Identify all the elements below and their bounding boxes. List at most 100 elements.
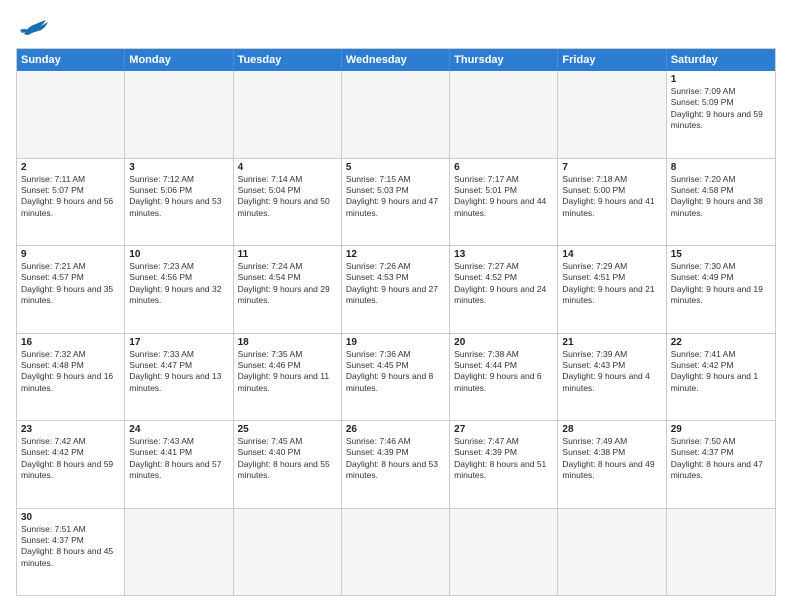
cal-header-cell: Monday (125, 49, 233, 71)
cal-row: 1Sunrise: 7:09 AM Sunset: 5:09 PM Daylig… (17, 71, 775, 158)
day-info: Sunrise: 7:14 AM Sunset: 5:04 PM Dayligh… (238, 174, 337, 220)
day-info: Sunrise: 7:21 AM Sunset: 4:57 PM Dayligh… (21, 261, 120, 307)
day-info: Sunrise: 7:15 AM Sunset: 5:03 PM Dayligh… (346, 174, 445, 220)
cal-cell: 12Sunrise: 7:26 AM Sunset: 4:53 PM Dayli… (342, 246, 450, 333)
day-number: 24 (129, 424, 228, 435)
day-number: 5 (346, 162, 445, 173)
cal-cell: 7Sunrise: 7:18 AM Sunset: 5:00 PM Daylig… (558, 159, 666, 246)
cal-cell: 4Sunrise: 7:14 AM Sunset: 5:04 PM Daylig… (234, 159, 342, 246)
cal-cell: 21Sunrise: 7:39 AM Sunset: 4:43 PM Dayli… (558, 334, 666, 421)
calendar-header: SundayMondayTuesdayWednesdayThursdayFrid… (17, 49, 775, 71)
day-info: Sunrise: 7:30 AM Sunset: 4:49 PM Dayligh… (671, 261, 771, 307)
day-info: Sunrise: 7:43 AM Sunset: 4:41 PM Dayligh… (129, 436, 228, 482)
cal-cell: 3Sunrise: 7:12 AM Sunset: 5:06 PM Daylig… (125, 159, 233, 246)
day-info: Sunrise: 7:36 AM Sunset: 4:45 PM Dayligh… (346, 349, 445, 395)
day-number: 17 (129, 337, 228, 348)
cal-header-cell: Thursday (450, 49, 558, 71)
day-number: 25 (238, 424, 337, 435)
cal-cell: 20Sunrise: 7:38 AM Sunset: 4:44 PM Dayli… (450, 334, 558, 421)
cal-cell (234, 509, 342, 596)
day-number: 11 (238, 249, 337, 260)
cal-cell (450, 509, 558, 596)
day-number: 27 (454, 424, 553, 435)
day-info: Sunrise: 7:42 AM Sunset: 4:42 PM Dayligh… (21, 436, 120, 482)
day-number: 26 (346, 424, 445, 435)
day-info: Sunrise: 7:12 AM Sunset: 5:06 PM Dayligh… (129, 174, 228, 220)
day-info: Sunrise: 7:20 AM Sunset: 4:58 PM Dayligh… (671, 174, 771, 220)
day-number: 3 (129, 162, 228, 173)
day-number: 2 (21, 162, 120, 173)
cal-cell: 5Sunrise: 7:15 AM Sunset: 5:03 PM Daylig… (342, 159, 450, 246)
cal-cell: 27Sunrise: 7:47 AM Sunset: 4:39 PM Dayli… (450, 421, 558, 508)
day-info: Sunrise: 7:46 AM Sunset: 4:39 PM Dayligh… (346, 436, 445, 482)
cal-cell: 9Sunrise: 7:21 AM Sunset: 4:57 PM Daylig… (17, 246, 125, 333)
cal-cell: 10Sunrise: 7:23 AM Sunset: 4:56 PM Dayli… (125, 246, 233, 333)
cal-cell: 2Sunrise: 7:11 AM Sunset: 5:07 PM Daylig… (17, 159, 125, 246)
cal-cell: 13Sunrise: 7:27 AM Sunset: 4:52 PM Dayli… (450, 246, 558, 333)
cal-header-cell: Saturday (667, 49, 775, 71)
cal-cell: 16Sunrise: 7:32 AM Sunset: 4:48 PM Dayli… (17, 334, 125, 421)
cal-header-cell: Friday (558, 49, 666, 71)
cal-cell (125, 71, 233, 158)
day-number: 12 (346, 249, 445, 260)
day-number: 30 (21, 512, 120, 523)
cal-cell: 6Sunrise: 7:17 AM Sunset: 5:01 PM Daylig… (450, 159, 558, 246)
day-number: 18 (238, 337, 337, 348)
logo-text (16, 16, 48, 38)
day-info: Sunrise: 7:38 AM Sunset: 4:44 PM Dayligh… (454, 349, 553, 395)
cal-cell (558, 71, 666, 158)
day-info: Sunrise: 7:11 AM Sunset: 5:07 PM Dayligh… (21, 174, 120, 220)
day-number: 6 (454, 162, 553, 173)
day-info: Sunrise: 7:35 AM Sunset: 4:46 PM Dayligh… (238, 349, 337, 395)
cal-cell: 24Sunrise: 7:43 AM Sunset: 4:41 PM Dayli… (125, 421, 233, 508)
cal-cell: 1Sunrise: 7:09 AM Sunset: 5:09 PM Daylig… (667, 71, 775, 158)
day-number: 21 (562, 337, 661, 348)
cal-cell (17, 71, 125, 158)
day-info: Sunrise: 7:32 AM Sunset: 4:48 PM Dayligh… (21, 349, 120, 395)
cal-header-cell: Wednesday (342, 49, 450, 71)
cal-header-cell: Tuesday (234, 49, 342, 71)
day-number: 9 (21, 249, 120, 260)
cal-cell: 30Sunrise: 7:51 AM Sunset: 4:37 PM Dayli… (17, 509, 125, 596)
cal-row: 9Sunrise: 7:21 AM Sunset: 4:57 PM Daylig… (17, 245, 775, 333)
cal-cell (558, 509, 666, 596)
day-number: 16 (21, 337, 120, 348)
cal-cell: 15Sunrise: 7:30 AM Sunset: 4:49 PM Dayli… (667, 246, 775, 333)
cal-cell (667, 509, 775, 596)
cal-cell: 8Sunrise: 7:20 AM Sunset: 4:58 PM Daylig… (667, 159, 775, 246)
day-number: 15 (671, 249, 771, 260)
day-info: Sunrise: 7:29 AM Sunset: 4:51 PM Dayligh… (562, 261, 661, 307)
day-number: 13 (454, 249, 553, 260)
day-info: Sunrise: 7:17 AM Sunset: 5:01 PM Dayligh… (454, 174, 553, 220)
cal-cell: 18Sunrise: 7:35 AM Sunset: 4:46 PM Dayli… (234, 334, 342, 421)
cal-cell (234, 71, 342, 158)
day-number: 20 (454, 337, 553, 348)
day-number: 23 (21, 424, 120, 435)
cal-cell (342, 71, 450, 158)
day-number: 10 (129, 249, 228, 260)
day-info: Sunrise: 7:41 AM Sunset: 4:42 PM Dayligh… (671, 349, 771, 395)
day-info: Sunrise: 7:27 AM Sunset: 4:52 PM Dayligh… (454, 261, 553, 307)
day-info: Sunrise: 7:24 AM Sunset: 4:54 PM Dayligh… (238, 261, 337, 307)
day-number: 7 (562, 162, 661, 173)
day-number: 8 (671, 162, 771, 173)
header (16, 16, 776, 38)
cal-row: 2Sunrise: 7:11 AM Sunset: 5:07 PM Daylig… (17, 158, 775, 246)
day-info: Sunrise: 7:45 AM Sunset: 4:40 PM Dayligh… (238, 436, 337, 482)
logo (16, 16, 48, 38)
cal-cell: 29Sunrise: 7:50 AM Sunset: 4:37 PM Dayli… (667, 421, 775, 508)
cal-cell: 23Sunrise: 7:42 AM Sunset: 4:42 PM Dayli… (17, 421, 125, 508)
calendar: SundayMondayTuesdayWednesdayThursdayFrid… (16, 48, 776, 596)
day-info: Sunrise: 7:39 AM Sunset: 4:43 PM Dayligh… (562, 349, 661, 395)
day-info: Sunrise: 7:51 AM Sunset: 4:37 PM Dayligh… (21, 524, 120, 570)
cal-cell: 19Sunrise: 7:36 AM Sunset: 4:45 PM Dayli… (342, 334, 450, 421)
cal-cell: 11Sunrise: 7:24 AM Sunset: 4:54 PM Dayli… (234, 246, 342, 333)
cal-cell: 28Sunrise: 7:49 AM Sunset: 4:38 PM Dayli… (558, 421, 666, 508)
cal-header-cell: Sunday (17, 49, 125, 71)
cal-cell: 22Sunrise: 7:41 AM Sunset: 4:42 PM Dayli… (667, 334, 775, 421)
day-info: Sunrise: 7:33 AM Sunset: 4:47 PM Dayligh… (129, 349, 228, 395)
day-info: Sunrise: 7:23 AM Sunset: 4:56 PM Dayligh… (129, 261, 228, 307)
day-info: Sunrise: 7:50 AM Sunset: 4:37 PM Dayligh… (671, 436, 771, 482)
day-number: 4 (238, 162, 337, 173)
day-number: 28 (562, 424, 661, 435)
